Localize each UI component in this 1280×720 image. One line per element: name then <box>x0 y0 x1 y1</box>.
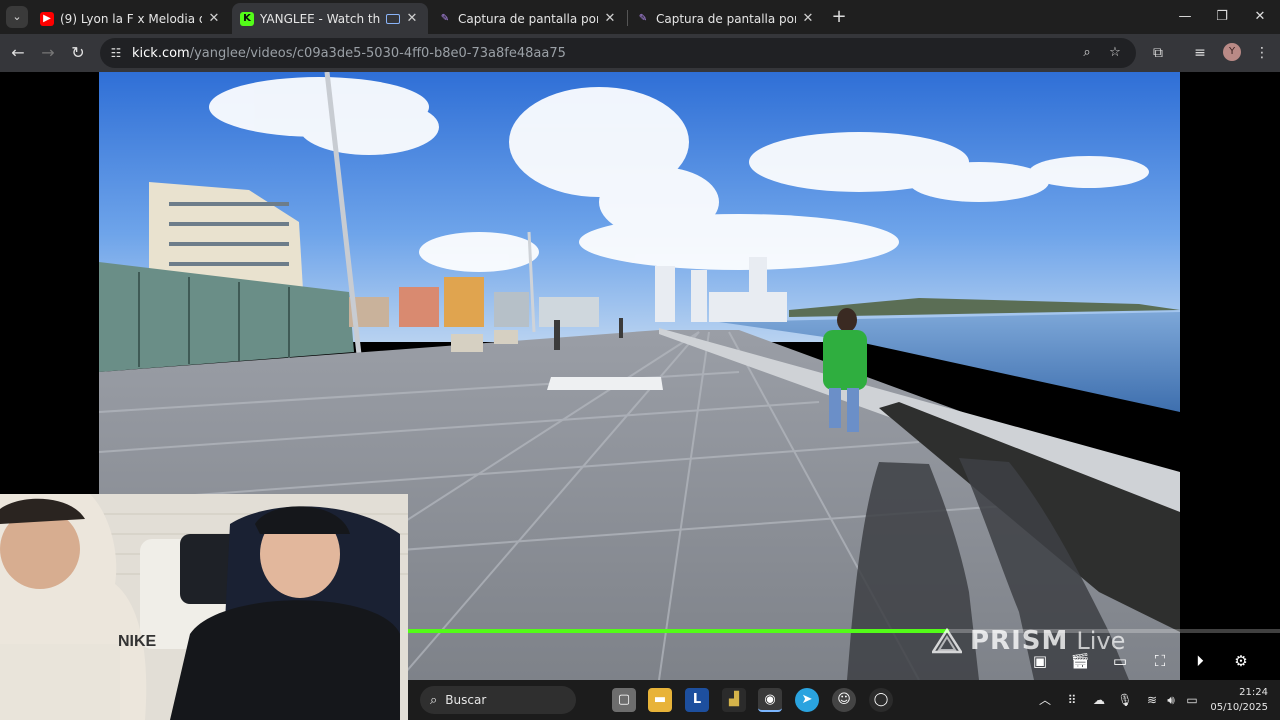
close-icon[interactable]: ✕ <box>800 11 816 26</box>
prism-logo-icon <box>932 628 962 654</box>
theater-mode-icon[interactable]: ▭ <box>1109 650 1131 672</box>
kick-icon: K <box>240 11 254 26</box>
telegram-icon[interactable]: ➤ <box>795 688 819 712</box>
app-ring-icon[interactable]: ◯ <box>869 688 893 712</box>
youtube-icon: ▶ <box>40 11 54 26</box>
restore-button[interactable]: ❐ <box>1207 6 1237 28</box>
tab-lightshot-2[interactable]: ✎ Captura de pantalla por Lightshot ✕ <box>628 3 824 34</box>
microphone-icon[interactable]: 🎙︎ <box>1116 690 1134 710</box>
bookmark-star-icon[interactable]: ☆ <box>1106 44 1124 62</box>
browser-tab-strip: ⌄ ▶ (9) Lyon la F x Melodia del Hambre ✕… <box>0 0 1280 34</box>
site-info-icon[interactable]: ☷ <box>108 45 124 61</box>
taskbar-search-placeholder: Buscar <box>445 693 487 707</box>
clock-date: 05/10/2025 <box>1210 702 1268 713</box>
tab-title: (9) Lyon la F x Melodia del Hambre <box>60 11 202 26</box>
picture-in-picture-icon <box>386 13 400 24</box>
windows-taskbar: ⌕ Buscar ▢ ▬ L ▟ ◉ ➤ ☺ ◯ ︿ ⠿ ☁ 🎙︎ ≋ 🔊︎ ▭… <box>408 680 1280 720</box>
media-controls-icon[interactable]: ≡ <box>1190 43 1210 63</box>
watermark-brand: PRISM <box>970 626 1069 656</box>
tab-title: YANGLEE - Watch the VOD <box>260 11 380 26</box>
tab-youtube[interactable]: ▶ (9) Lyon la F x Melodia del Hambre ✕ <box>32 3 230 34</box>
close-icon[interactable]: ✕ <box>404 11 420 26</box>
file-explorer-icon[interactable]: ▬ <box>648 688 672 712</box>
task-view-icon[interactable]: ▢ <box>612 688 636 712</box>
clock-time: 21:24 <box>1239 687 1268 698</box>
tab-lightshot-1[interactable]: ✎ Captura de pantalla por Lightshot ✕ <box>430 3 626 34</box>
app-l-icon[interactable]: L <box>685 688 709 712</box>
wifi-icon[interactable]: ≋ <box>1143 690 1161 710</box>
lightshot-icon: ✎ <box>638 13 648 24</box>
miniplayer-icon[interactable]: ▣ <box>1029 650 1051 672</box>
tab-title: Captura de pantalla por Lightshot <box>656 11 796 26</box>
tab-search-button[interactable]: ⌄ <box>6 6 28 28</box>
tab-kick-vod[interactable]: K YANGLEE - Watch the VOD ✕ <box>232 3 428 34</box>
chrome-icon[interactable]: ◉ <box>758 688 782 712</box>
fullscreen-icon[interactable]: ⛶ <box>1149 650 1171 672</box>
screen: ⌄ ▶ (9) Lyon la F x Melodia del Hambre ✕… <box>0 0 1280 720</box>
lightshot-icon: ✎ <box>440 13 450 24</box>
chevron-down-icon: ⌄ <box>12 10 22 23</box>
forward-button[interactable]: → <box>37 42 59 64</box>
autoplay-toggle-icon[interactable]: ⏵ <box>1189 650 1211 672</box>
volume-icon[interactable]: 🔊︎ <box>1162 690 1180 710</box>
search-icon: ⌕ <box>430 692 438 708</box>
minimize-button[interactable]: — <box>1170 6 1200 28</box>
tab-title: Captura de pantalla por Lightshot <box>458 11 598 26</box>
clip-icon[interactable]: 🎬︎ <box>1069 650 1091 672</box>
battery-icon[interactable]: ▭ <box>1183 690 1201 710</box>
address-bar[interactable]: ☷ kick.com/yanglee/videos/c09a3de5-5030-… <box>100 38 1136 68</box>
extensions-icon[interactable]: ⧉ <box>1148 43 1168 63</box>
browser-toolbar: ← → ↻ ☷ kick.com/yanglee/videos/c09a3de5… <box>0 34 1280 72</box>
profile-avatar[interactable]: Y <box>1223 43 1241 61</box>
settings-gear-icon[interactable]: ⚙ <box>1230 650 1252 672</box>
webcam-frame: NIKE <box>0 494 408 720</box>
streamer-webcam-overlay: NIKE <box>0 494 408 720</box>
svg-text:NIKE: NIKE <box>118 633 157 650</box>
video-progress-fill <box>408 629 949 633</box>
close-window-button[interactable]: ✕ <box>1245 6 1275 28</box>
url-host: kick.com <box>132 45 190 61</box>
system-clock[interactable]: 21:24 05/10/2025 <box>1208 685 1268 715</box>
tray-chevron-up-icon[interactable]: ︿ <box>1036 690 1054 710</box>
close-icon[interactable]: ✕ <box>602 11 618 26</box>
video-progress-bar[interactable] <box>408 629 1280 633</box>
new-tab-button[interactable]: + <box>830 7 848 27</box>
url-path: /yanglee/videos/c09a3de5-5030-4ff0-b8e0-… <box>189 45 566 61</box>
close-icon[interactable]: ✕ <box>206 11 222 26</box>
reload-button[interactable]: ↻ <box>67 42 89 64</box>
app-chart-icon[interactable]: ▟ <box>722 688 746 712</box>
menu-icon[interactable]: ⋮ <box>1252 43 1272 63</box>
back-button[interactable]: ← <box>7 42 29 64</box>
onedrive-icon[interactable]: ☁ <box>1090 690 1108 710</box>
taskbar-search[interactable]: ⌕ Buscar <box>420 686 576 714</box>
tray-apps-icon[interactable]: ⠿ <box>1063 690 1081 710</box>
zoom-icon[interactable]: ⌕ <box>1078 44 1096 62</box>
app-notification-icon[interactable]: ☺ <box>832 688 856 712</box>
